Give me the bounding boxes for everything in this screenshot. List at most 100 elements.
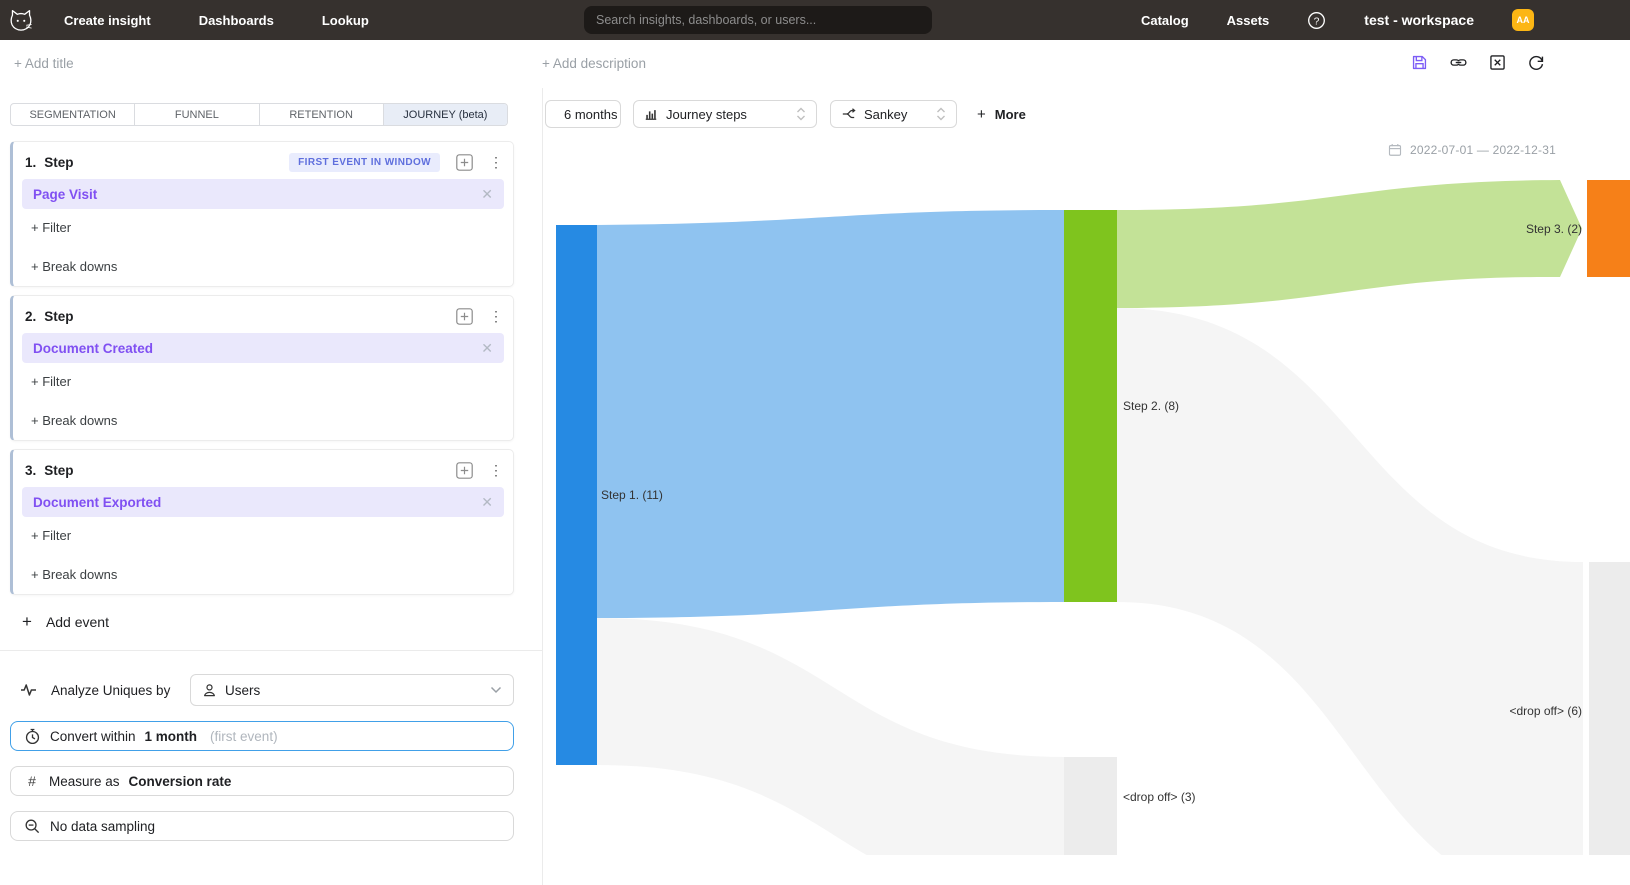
cat-logo-icon[interactable]: [8, 7, 34, 33]
flow-step1-to-dropoff[interactable]: [597, 618, 1064, 855]
add-title-button[interactable]: + Add title: [14, 56, 74, 71]
add-breakdown-link[interactable]: + Break downs: [31, 567, 117, 582]
add-filter-link[interactable]: + Filter: [31, 374, 71, 389]
add-step-icon[interactable]: [456, 462, 473, 479]
sankey-chart[interactable]: Step 1. (11) Step 2. (8) Step 3. (2) <dr…: [542, 140, 1630, 855]
nav-assets[interactable]: Assets: [1227, 13, 1270, 28]
convert-suffix: (first event): [210, 729, 278, 744]
event-row[interactable]: Page Visit ✕: [22, 179, 504, 209]
remove-event-icon[interactable]: ✕: [481, 340, 493, 357]
view-select[interactable]: Journey steps: [633, 100, 817, 128]
user-icon: [202, 683, 217, 698]
nav-dashboards[interactable]: Dashboards: [199, 13, 274, 28]
add-filter-link[interactable]: + Filter: [31, 528, 71, 543]
close-box-icon[interactable]: [1488, 53, 1507, 72]
search-input[interactable]: [584, 6, 932, 34]
pulse-icon: [20, 682, 37, 698]
insight-type-tabs: SEGMENTATION FUNNEL RETENTION JOURNEY (b…: [10, 103, 508, 126]
tab-retention[interactable]: RETENTION: [260, 104, 384, 125]
plus-icon: +: [977, 106, 986, 123]
measure-as-row[interactable]: # Measure as Conversion rate: [10, 766, 514, 796]
nav-catalog[interactable]: Catalog: [1141, 13, 1189, 28]
time-range-button[interactable]: 6 months: [545, 100, 621, 128]
add-step-icon[interactable]: [456, 308, 473, 325]
step-menu-icon[interactable]: ⋮: [489, 308, 503, 325]
save-icon[interactable]: [1410, 53, 1429, 72]
step-menu-icon[interactable]: ⋮: [489, 462, 503, 479]
select-arrows-icon: [936, 107, 946, 121]
step-card-2-header: 2. Step ⋮: [25, 306, 503, 326]
view-select-value: Journey steps: [666, 107, 747, 122]
event-row[interactable]: Document Exported ✕: [22, 487, 504, 517]
node-label-step3: Step 3. (2): [1526, 222, 1582, 236]
select-arrows-icon: [796, 107, 806, 121]
add-breakdown-link[interactable]: + Break downs: [31, 259, 117, 274]
step-card-1: 1. Step FIRST EVENT IN WINDOW ⋮ Page Vis…: [10, 141, 514, 287]
clock-icon: [24, 728, 41, 745]
avatar[interactable]: AA: [1512, 9, 1534, 31]
tab-funnel[interactable]: FUNNEL: [135, 104, 259, 125]
app-root: Create insight Dashboards Lookup Catalog…: [0, 0, 1630, 885]
nav-lookup[interactable]: Lookup: [322, 13, 369, 28]
step-card-3-header: 3. Step ⋮: [25, 460, 503, 480]
hash-icon: #: [24, 773, 40, 789]
sankey-branch-icon: [841, 107, 856, 121]
chart-type-select[interactable]: Sankey: [830, 100, 957, 128]
insight-actions: [1410, 53, 1546, 72]
help-icon[interactable]: ?: [1307, 11, 1326, 30]
event-name: Page Visit: [33, 187, 97, 202]
measure-prefix: Measure as: [49, 774, 120, 789]
add-breakdown-link[interactable]: + Break downs: [31, 413, 117, 428]
chart-type-value: Sankey: [864, 107, 907, 122]
flow-step1-to-step2[interactable]: [597, 210, 1064, 618]
more-label: More: [995, 107, 1026, 122]
zoom-out-icon: [24, 818, 41, 835]
node-dropoff-2[interactable]: [1589, 562, 1630, 855]
node-dropoff-1[interactable]: [1064, 757, 1117, 855]
tab-journey[interactable]: JOURNEY (beta): [384, 104, 507, 125]
add-step-icon[interactable]: [456, 154, 473, 171]
plus-icon: +: [22, 613, 32, 630]
node-label-step1: Step 1. (11): [601, 488, 663, 502]
node-step2[interactable]: [1064, 210, 1117, 602]
step-index: 2.: [25, 309, 36, 324]
workspace-name[interactable]: test - workspace: [1364, 12, 1474, 28]
step-index: 3.: [25, 463, 36, 478]
step-menu-icon[interactable]: ⋮: [489, 154, 503, 171]
flow-step2-to-step3[interactable]: [1117, 180, 1582, 308]
step-card-1-header: 1. Step FIRST EVENT IN WINDOW ⋮: [25, 152, 503, 172]
data-sampling-row[interactable]: No data sampling: [10, 811, 514, 841]
time-range-value: 6 months: [564, 107, 617, 122]
node-step1[interactable]: [556, 225, 597, 765]
step-title: Step: [44, 463, 73, 478]
top-nav: Create insight Dashboards Lookup Catalog…: [0, 0, 1630, 40]
add-event-label: Add event: [46, 614, 109, 630]
node-label-step2: Step 2. (8): [1123, 399, 1179, 413]
refresh-icon[interactable]: [1527, 53, 1546, 72]
nav-links: Create insight Dashboards Lookup: [64, 13, 369, 28]
analyze-label: Analyze Uniques by: [51, 683, 170, 698]
step-title: Step: [44, 155, 73, 170]
tab-segmentation[interactable]: SEGMENTATION: [11, 104, 135, 125]
node-step3[interactable]: [1587, 180, 1630, 277]
add-event-button[interactable]: + Add event: [22, 613, 109, 630]
add-filter-link[interactable]: + Filter: [31, 220, 71, 235]
analyze-by-select[interactable]: Users: [190, 674, 514, 706]
analyze-row: Analyze Uniques by: [20, 682, 170, 698]
chevron-down-icon: [490, 686, 502, 694]
add-description-button[interactable]: + Add description: [542, 56, 646, 71]
more-button[interactable]: + More: [977, 100, 1026, 128]
event-name: Document Created: [33, 341, 153, 356]
remove-event-icon[interactable]: ✕: [481, 186, 493, 203]
global-search: [584, 6, 932, 34]
convert-within-row[interactable]: Convert within 1 month (first event): [10, 721, 514, 751]
event-row[interactable]: Document Created ✕: [22, 333, 504, 363]
analyze-by-value: Users: [225, 683, 260, 698]
node-label-dropoff-2: <drop off> (6): [1510, 704, 1583, 718]
nav-create-insight[interactable]: Create insight: [64, 13, 151, 28]
step-card-2: 2. Step ⋮ Document Created ✕ + Filter + …: [10, 295, 514, 441]
flow-step2-to-dropoff[interactable]: [1117, 308, 1583, 855]
remove-event-icon[interactable]: ✕: [481, 494, 493, 511]
link-icon[interactable]: [1449, 53, 1468, 72]
event-name: Document Exported: [33, 495, 161, 510]
